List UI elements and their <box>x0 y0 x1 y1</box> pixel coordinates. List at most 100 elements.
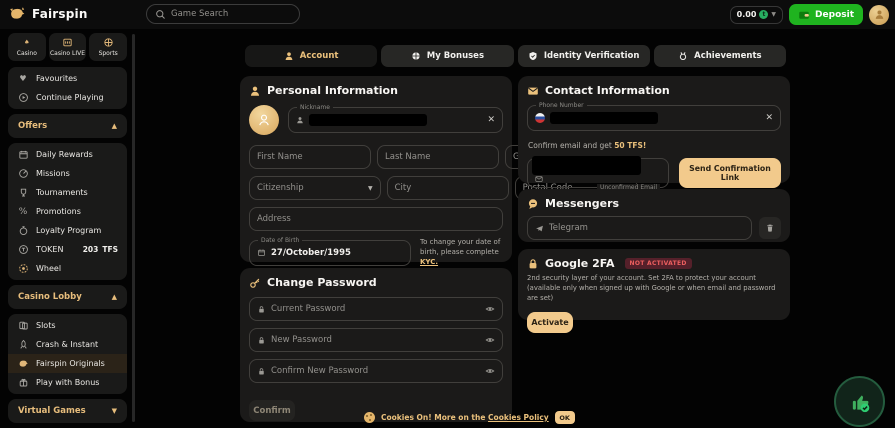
search-input[interactable] <box>171 9 291 19</box>
panel-title: Google 2FA <box>545 257 615 270</box>
sidebar-item-promotions[interactable]: % Promotions <box>8 202 127 221</box>
item-label: Continue Playing <box>36 93 104 102</box>
calendar-icon <box>17 149 29 161</box>
sidebar-tab-casino-live[interactable]: Casino LIVE <box>49 33 87 61</box>
confirm-new-password-input[interactable] <box>271 366 480 376</box>
cookies-policy-link[interactable]: Cookies Policy <box>488 413 549 422</box>
current-password-input[interactable] <box>271 304 480 314</box>
citizenship-field[interactable]: ▼ <box>249 176 381 200</box>
email-field[interactable]: Unconfirmed Email <box>527 158 669 188</box>
sidebar-scrollbar[interactable] <box>132 34 135 422</box>
clear-icon[interactable]: ✕ <box>765 114 773 123</box>
chevron-up-icon: ▲ <box>112 122 117 130</box>
envelope-icon <box>535 175 543 183</box>
last-name-field <box>377 145 499 169</box>
sidebar-tab-casino[interactable]: ♠ Casino <box>8 33 46 61</box>
confirm-password-button[interactable]: Confirm <box>249 400 295 421</box>
city-input[interactable] <box>395 183 501 193</box>
kyc-note: To change your date of birth, please com… <box>420 238 503 267</box>
sidebar-item-play-with-bonus[interactable]: Play with Bonus <box>8 373 127 392</box>
sidebar-item-favourites[interactable]: ♥ Favourites <box>8 69 127 88</box>
deposit-label: Deposit <box>815 10 854 20</box>
tab-label: Casino <box>17 50 37 57</box>
key-icon <box>249 277 261 289</box>
live-chat-widget-button[interactable] <box>834 376 885 427</box>
tab-identity-verification[interactable]: Identity Verification <box>518 45 650 67</box>
percent-icon: % <box>17 206 29 218</box>
tab-label: My Bonuses <box>427 51 484 61</box>
tab-label: Identity Verification <box>544 51 640 61</box>
sidebar-item-loyalty-program[interactable]: Loyalty Program <box>8 221 127 240</box>
tab-my-bonuses[interactable]: My Bonuses <box>381 45 513 67</box>
sidebar-tab-sports[interactable]: Sports <box>89 33 127 61</box>
new-password-input[interactable] <box>271 335 480 345</box>
nickname-field[interactable]: Nickname ✕ <box>288 107 503 133</box>
cards-icon <box>17 320 29 332</box>
citizenship-input[interactable] <box>257 183 363 193</box>
section-label: Casino Lobby <box>18 292 82 302</box>
panel-title: Contact Information <box>545 84 670 97</box>
brand-name: Fairspin <box>32 7 88 21</box>
profile-avatar[interactable] <box>869 5 889 25</box>
phone-number-field[interactable]: Phone Number ✕ <box>527 105 781 131</box>
last-name-input[interactable] <box>385 152 491 162</box>
nickname-label: Nickname <box>297 104 333 111</box>
sidebar-item-missions[interactable]: Missions <box>8 164 127 183</box>
sidebar-section-virtual-games[interactable]: Virtual Games ▼ <box>8 401 127 421</box>
item-label: Crash & Instant <box>36 340 98 349</box>
eye-icon[interactable] <box>485 335 495 345</box>
wheel-icon <box>17 263 29 275</box>
status-badge: NOT ACTIVATED <box>625 258 692 269</box>
sidebar-item-token[interactable]: TOKEN 203 TFS <box>8 240 127 259</box>
delete-messenger-button[interactable] <box>759 217 781 239</box>
lock-icon <box>257 367 266 376</box>
send-confirmation-link-button[interactable]: Send Confirmation Link <box>679 158 781 188</box>
sidebar-item-wheel[interactable]: Wheel <box>8 259 127 278</box>
redacted-phone-value <box>550 112 658 124</box>
kyc-link[interactable]: KYC. <box>420 258 438 266</box>
eye-icon[interactable] <box>485 304 495 314</box>
deposit-button[interactable]: Deposit <box>789 4 863 25</box>
tab-achievements[interactable]: Achievements <box>654 45 786 67</box>
balance-selector[interactable]: 0.00 t ▼ <box>730 6 783 24</box>
cookie-ok-button[interactable]: OK <box>555 411 575 424</box>
date-of-birth-field[interactable]: Date of Birth 27/October/1995 <box>249 240 411 266</box>
medal-icon <box>678 51 688 61</box>
profile-photo-avatar[interactable] <box>249 105 279 135</box>
tab-account[interactable]: Account <box>245 45 377 67</box>
sidebar: ♠ Casino Casino LIVE Sports ♥ Favourites… <box>0 31 131 428</box>
activate-2fa-button[interactable]: Activate <box>527 312 573 333</box>
google-2fa-panel: Google 2FA NOT ACTIVATED 2nd security la… <box>518 249 790 320</box>
item-label: TOKEN <box>36 245 63 254</box>
sidebar-item-slots[interactable]: Slots <box>8 316 127 335</box>
address-input[interactable] <box>257 214 495 224</box>
section-label: Virtual Games <box>18 406 86 416</box>
section-label: Offers <box>18 121 47 131</box>
phone-label: Phone Number <box>536 102 587 109</box>
lion-icon <box>17 358 29 370</box>
token-balance: 203 <box>83 245 99 254</box>
sidebar-item-tournaments[interactable]: Tournaments <box>8 183 127 202</box>
brand-logo[interactable]: Fairspin <box>9 5 88 22</box>
clear-icon[interactable]: ✕ <box>487 116 495 125</box>
sidebar-section-offers[interactable]: Offers ▲ <box>8 116 127 136</box>
item-label: Favourites <box>36 74 77 83</box>
chevron-up-icon: ▲ <box>112 293 117 301</box>
panel-title: Change Password <box>267 276 377 289</box>
calendar-icon <box>257 248 266 257</box>
telegram-field[interactable]: Telegram <box>527 216 752 240</box>
stopwatch-icon <box>17 225 29 237</box>
sidebar-section-casino-lobby[interactable]: Casino Lobby ▲ <box>8 287 127 307</box>
eye-icon[interactable] <box>485 366 495 376</box>
token-coin-icon: t <box>759 10 768 19</box>
sidebar-item-crash-instant[interactable]: Crash & Instant <box>8 335 127 354</box>
wallet-icon <box>798 9 810 21</box>
sidebar-item-continue-playing[interactable]: Continue Playing <box>8 88 127 107</box>
address-field <box>249 207 503 231</box>
slot-machine-icon <box>62 37 73 48</box>
current-password-field <box>249 297 503 321</box>
telegram-placeholder: Telegram <box>549 223 588 233</box>
sidebar-item-fairspin-originals[interactable]: Fairspin Originals <box>8 354 127 373</box>
sidebar-item-daily-rewards[interactable]: Daily Rewards <box>8 145 127 164</box>
first-name-input[interactable] <box>257 152 363 162</box>
